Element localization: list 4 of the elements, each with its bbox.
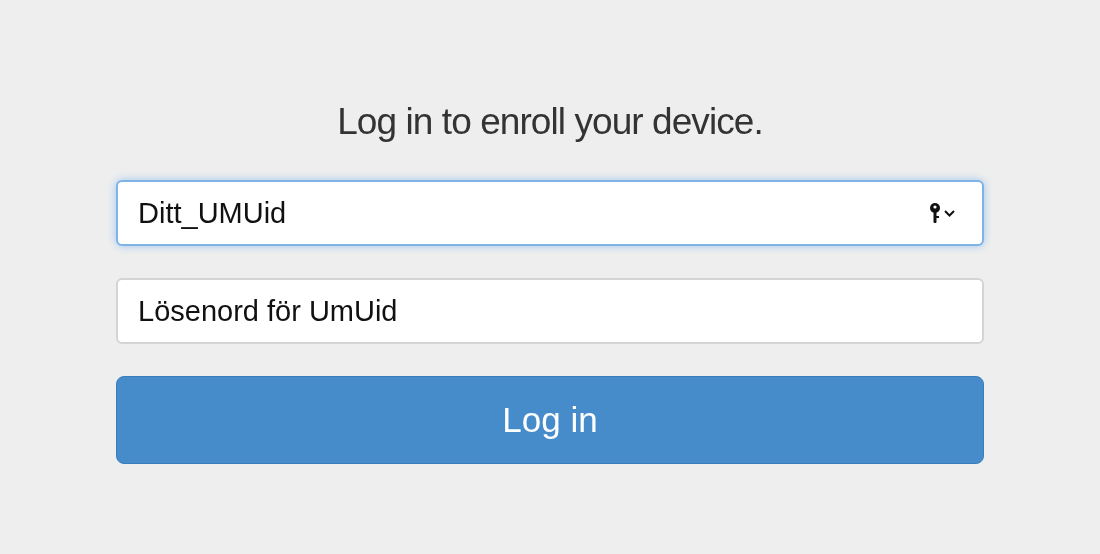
password-field[interactable]: Lösenord för UmUid [116,278,984,344]
login-button[interactable]: Log in [116,376,984,464]
username-field[interactable]: Ditt_UMUid [116,180,984,246]
page-heading: Log in to enroll your device. [337,100,763,144]
